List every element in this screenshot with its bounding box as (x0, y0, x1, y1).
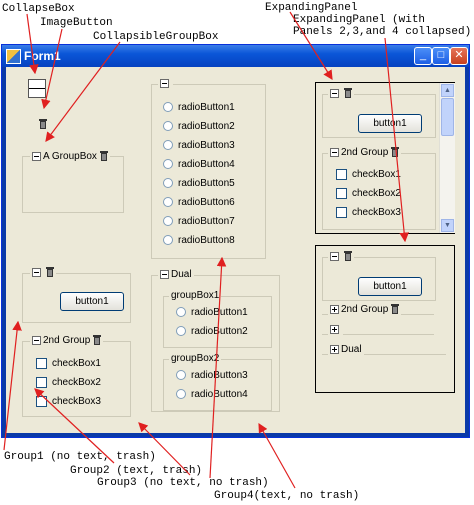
arrow-group3a (138, 422, 191, 476)
callout-arrows (3, 11, 409, 489)
arrow-group1 (3, 320, 22, 451)
arrow-groupbox (45, 41, 121, 142)
arrow-imagebutton (41, 28, 63, 110)
arrow-group2 (34, 388, 115, 464)
arrow-expandingpanel (289, 11, 333, 81)
arrow-collapsebox (26, 13, 39, 75)
arrow-expandingpanel-collapsed (384, 37, 409, 243)
arrow-group4 (258, 422, 296, 489)
arrow-group3b (209, 256, 227, 479)
